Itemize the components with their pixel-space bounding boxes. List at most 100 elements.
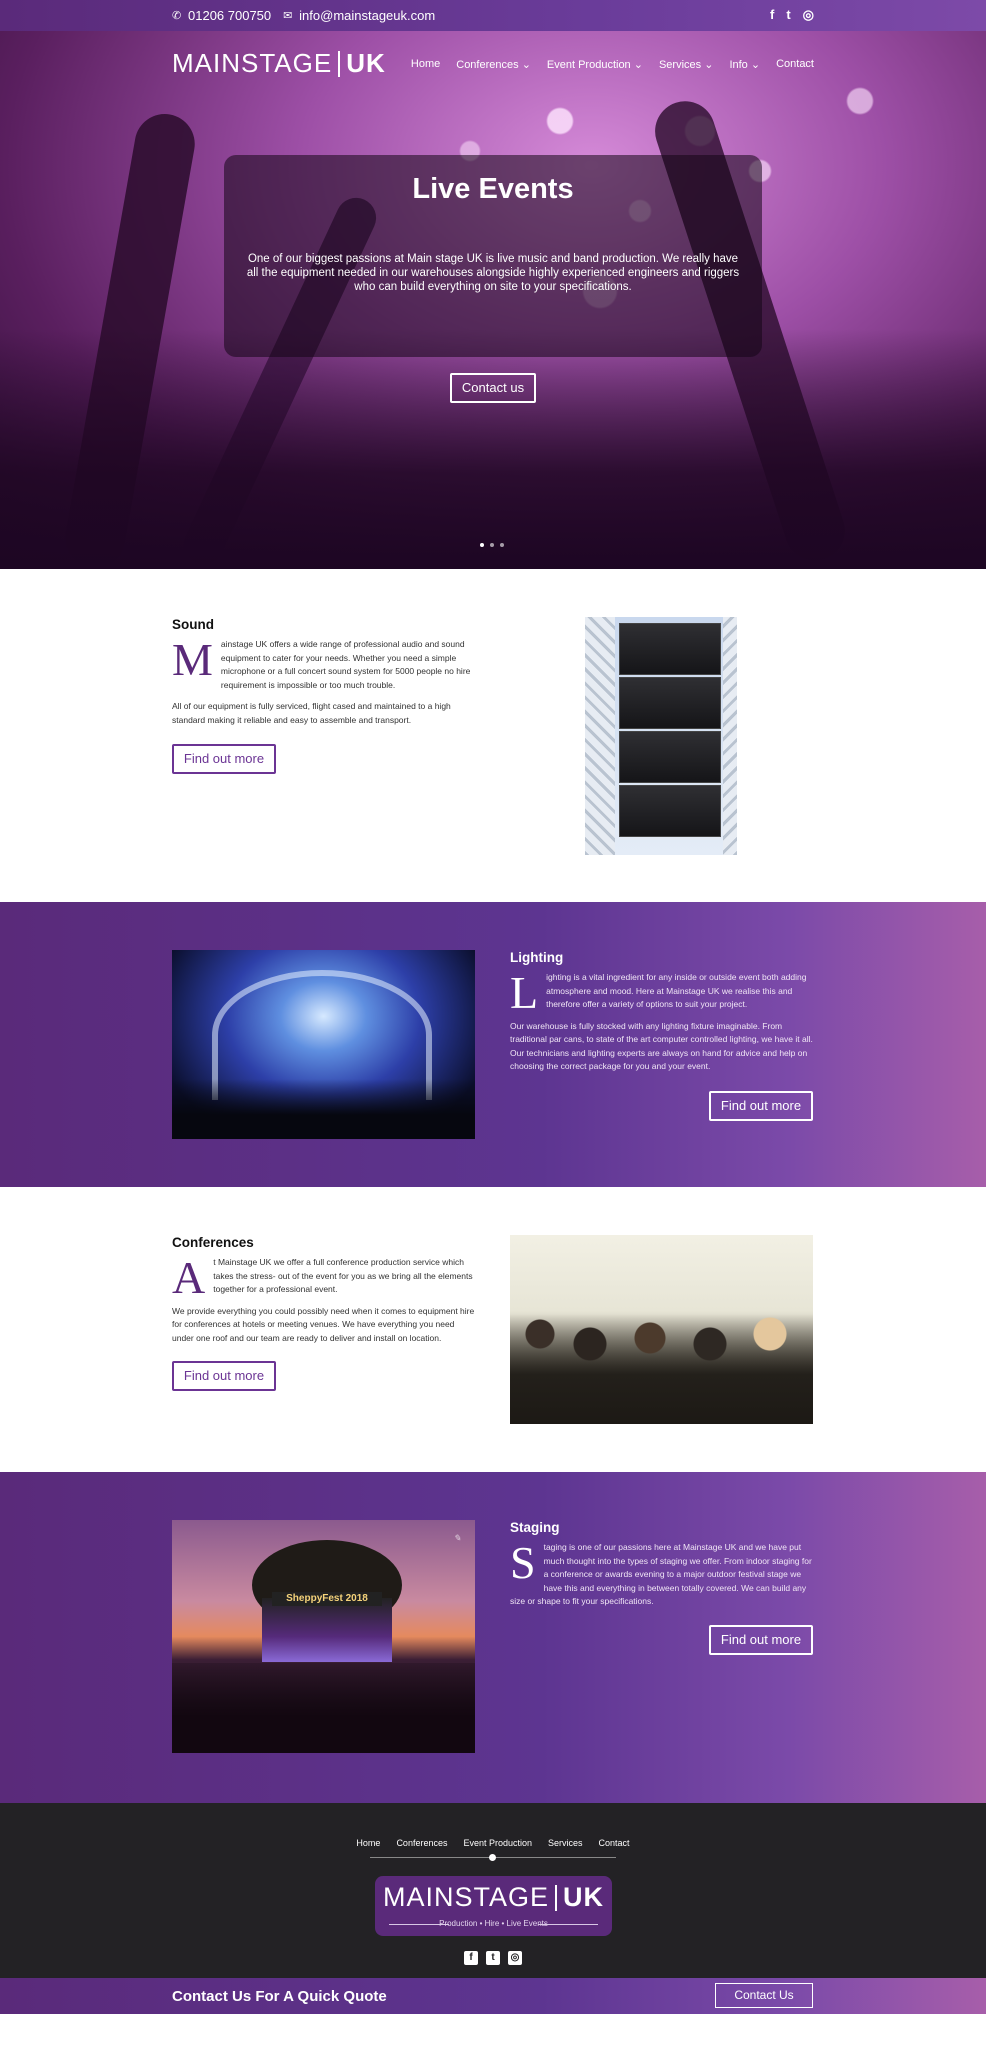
section-title: Staging xyxy=(510,1520,560,1535)
phone-number: 01206 700750 xyxy=(188,8,272,23)
speaker-box xyxy=(619,731,721,783)
nav-label: Info xyxy=(729,59,748,71)
footer-logo: MAINSTAGE UK Production • Hire • Live Ev… xyxy=(375,1876,612,1936)
contact-info: ✆ 01206 700750 ✉ info@mainstageuk.com xyxy=(172,8,435,23)
footer-divider-dot xyxy=(489,1854,496,1861)
chevron-down-icon: ⌄ xyxy=(750,59,761,71)
nav-label: Event Production xyxy=(546,59,631,71)
top-social: f t ◎ xyxy=(770,7,814,23)
truss-graphic xyxy=(723,617,737,855)
twitter-icon[interactable]: t xyxy=(486,1951,500,1965)
paragraph-2: Our warehouse is fully stocked with any … xyxy=(510,1020,813,1072)
speaker-image xyxy=(585,617,737,855)
stage-banner: SheppyFest 2018 xyxy=(272,1592,382,1606)
footer-nav-conferences[interactable]: Conferences xyxy=(396,1838,447,1848)
tagline-rule xyxy=(538,1924,598,1925)
site-footer: Home Conferences Event Production Servic… xyxy=(0,1803,986,1978)
dropcap: L xyxy=(510,967,539,1018)
facebook-icon[interactable]: f xyxy=(770,7,774,23)
paragraph-1: ainstage UK offers a wide range of profe… xyxy=(220,639,471,690)
footer-nav-home[interactable]: Home xyxy=(356,1838,380,1848)
hero-image-crowd xyxy=(0,329,986,569)
site-logo[interactable]: MAINSTAGE UK xyxy=(172,48,386,79)
nav-contact[interactable]: Contact xyxy=(776,58,814,71)
paragraph-1: t Mainstage UK we offer a full conferenc… xyxy=(213,1257,473,1294)
lighting-section: Lighting L ighting is a vital ingredient… xyxy=(0,902,986,1187)
hero-title: Live Events xyxy=(412,173,574,205)
section-title: Conferences xyxy=(172,1235,254,1250)
main-nav: Home Conferences ⌄ Event Production ⌄ Se… xyxy=(411,58,814,71)
crowd-silhouette xyxy=(172,1663,475,1753)
truss-graphic xyxy=(585,617,615,855)
lighting-content: Lighting L ighting is a vital ingredient… xyxy=(510,950,814,1074)
twitter-icon[interactable]: t xyxy=(786,7,790,23)
logo-text-bold: UK xyxy=(346,48,386,78)
chevron-down-icon: ⌄ xyxy=(704,59,714,71)
envelope-icon: ✉ xyxy=(283,9,293,22)
nav-label: Services xyxy=(658,59,702,71)
paragraph-2: We provide everything you could possibly… xyxy=(172,1305,475,1343)
crowd-silhouette xyxy=(172,1079,475,1139)
photographer-signature: ✎ xyxy=(453,1534,461,1544)
dropcap: A xyxy=(172,1252,206,1303)
footer-nav: Home Conferences Event Production Servic… xyxy=(0,1838,986,1848)
footer-nav-services[interactable]: Services xyxy=(548,1838,583,1848)
sound-find-out-more-button[interactable]: Find out more xyxy=(172,744,276,774)
dropcap: S xyxy=(510,1537,536,1588)
chevron-down-icon: ⌄ xyxy=(633,59,643,71)
staging-section: SheppyFest 2018 ✎ Staging S taging is on… xyxy=(0,1472,986,1803)
footer-social: f t ◎ xyxy=(464,1951,522,1965)
phone-link[interactable]: ✆ 01206 700750 xyxy=(172,8,271,23)
slider-dot[interactable] xyxy=(500,543,504,547)
nav-label: Conferences xyxy=(456,59,519,71)
logo-divider xyxy=(338,50,341,77)
phone-icon: ✆ xyxy=(172,9,182,22)
sound-content: Sound M ainstage UK offers a wide range … xyxy=(172,617,472,727)
section-text: A t Mainstage UK we offer a full confere… xyxy=(172,1252,475,1303)
logo-text-thin: MAINSTAGE xyxy=(382,1882,550,1912)
hero-overlay: Live Events One of our biggest passions … xyxy=(224,155,762,357)
conferences-content: Conferences A t Mainstage UK we offer a … xyxy=(172,1235,475,1345)
footer-nav-contact[interactable]: Contact xyxy=(599,1838,630,1848)
conference-audience-image xyxy=(510,1235,813,1424)
logo-text-bold: UK xyxy=(563,1882,605,1912)
slider-dots xyxy=(480,543,504,547)
staging-find-out-more-button[interactable]: Find out more xyxy=(709,1625,813,1655)
instagram-icon[interactable]: ◎ xyxy=(803,7,814,23)
concert-lighting-image xyxy=(172,950,475,1139)
speaker-box xyxy=(619,785,721,837)
top-bar: ✆ 01206 700750 ✉ info@mainstageuk.com f … xyxy=(0,0,986,31)
section-title: Lighting xyxy=(510,950,564,965)
logo-divider xyxy=(555,1884,558,1911)
contact-us-button[interactable]: Contact Us xyxy=(715,1983,813,2008)
instagram-icon[interactable]: ◎ xyxy=(508,1951,522,1965)
lighting-find-out-more-button[interactable]: Find out more xyxy=(709,1091,813,1121)
quick-quote-text: Contact Us For A Quick Quote xyxy=(172,1988,387,2005)
stage-structure xyxy=(262,1598,392,1662)
nav-home[interactable]: Home xyxy=(411,58,440,71)
slider-dot[interactable] xyxy=(480,543,484,547)
festival-stage-image: SheppyFest 2018 ✎ xyxy=(172,1520,475,1753)
email-address: info@mainstageuk.com xyxy=(299,8,436,23)
conferences-find-out-more-button[interactable]: Find out more xyxy=(172,1361,276,1391)
hero-text: One of our biggest passions at Main stag… xyxy=(246,253,740,293)
email-link[interactable]: ✉ info@mainstageuk.com xyxy=(283,8,435,23)
hero-banner: MAINSTAGE UK Home Conferences ⌄ Event Pr… xyxy=(0,31,986,569)
hero-contact-button[interactable]: Contact us xyxy=(450,373,536,403)
nav-conferences[interactable]: Conferences ⌄ xyxy=(456,58,531,71)
speaker-box xyxy=(619,623,721,675)
footer-nav-event-production[interactable]: Event Production xyxy=(463,1838,532,1848)
nav-info[interactable]: Info ⌄ xyxy=(729,58,760,71)
dropcap: M xyxy=(172,634,213,685)
paragraph-1: taging is one of our passions here at Ma… xyxy=(510,1542,812,1606)
conferences-section: Conferences A t Mainstage UK we offer a … xyxy=(0,1187,986,1472)
section-title: Sound xyxy=(172,617,214,632)
staging-content: Staging S taging is one of our passions … xyxy=(510,1520,814,1609)
section-text: M ainstage UK offers a wide range of pro… xyxy=(172,634,472,692)
nav-services[interactable]: Services ⌄ xyxy=(659,58,713,71)
slider-dot[interactable] xyxy=(490,543,494,547)
facebook-icon[interactable]: f xyxy=(464,1951,478,1965)
nav-event-production[interactable]: Event Production ⌄ xyxy=(547,58,643,71)
paragraph-1: ighting is a vital ingredient for any in… xyxy=(546,972,807,1009)
chevron-down-icon: ⌄ xyxy=(521,59,531,71)
